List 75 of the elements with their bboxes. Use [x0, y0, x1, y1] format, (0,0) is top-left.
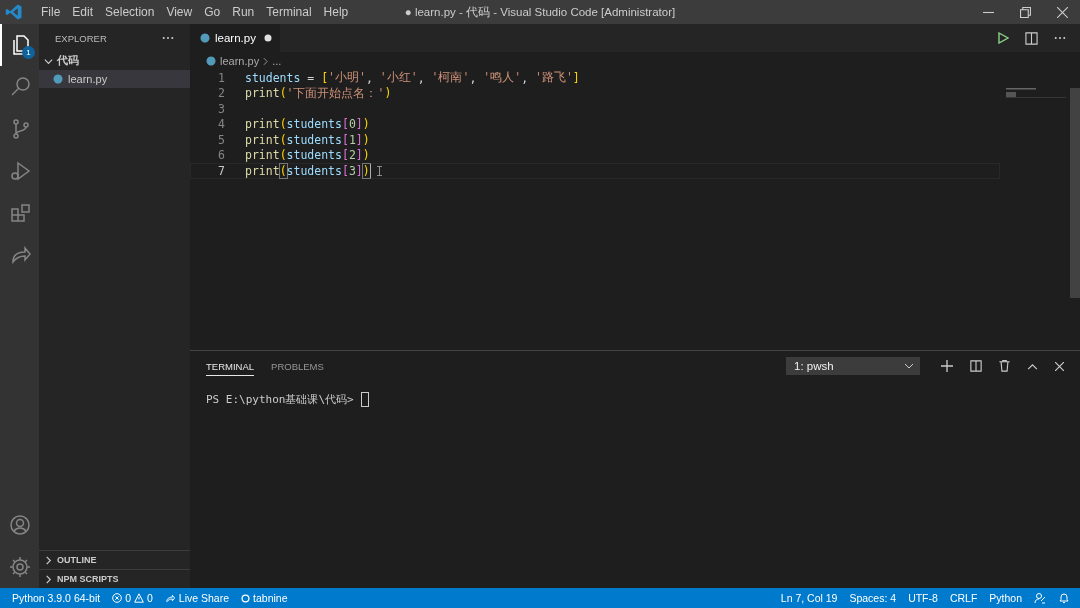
- menu-item[interactable]: Edit: [66, 1, 100, 23]
- text-cursor-icon: [377, 166, 382, 176]
- panel-tab[interactable]: PROBLEMS: [271, 356, 324, 376]
- more-actions-icon[interactable]: [162, 36, 174, 40]
- status-item[interactable]: Python 3.9.0 64-bit: [12, 592, 101, 604]
- line-number: 6: [217, 148, 226, 163]
- breadcrumb-item[interactable]: ...: [272, 55, 282, 67]
- python-file-icon: [200, 33, 210, 43]
- terminal-prompt: PS E:\python基础课\代码>: [206, 392, 354, 407]
- sidebar-section[interactable]: OUTLINE: [39, 550, 190, 569]
- terminal-dropdown[interactable]: 1: pwsh: [786, 357, 920, 375]
- notification-badge: 1: [22, 46, 35, 59]
- split-editor-icon[interactable]: [1025, 31, 1038, 45]
- extensions-icon: [8, 201, 33, 225]
- close-icon[interactable]: [1055, 361, 1064, 371]
- window-title: ● learn.py - 代码 - Visual Studio Code [Administrator]: [404, 4, 676, 20]
- status-item[interactable]: UTF-8: [908, 592, 938, 604]
- ring-icon: [241, 593, 251, 603]
- minimap-drawing: [1006, 88, 1066, 100]
- warning-count: 0: [147, 592, 153, 604]
- code-line: print(students[0]): [245, 117, 370, 132]
- vscode-logo-icon: [5, 3, 23, 21]
- terminal-cursor: [360, 392, 369, 407]
- code-line: print(students[1]): [245, 132, 370, 147]
- run-icon[interactable]: [997, 32, 1009, 44]
- code-line: print(students[2]): [245, 148, 370, 163]
- python-file-icon: [53, 74, 63, 84]
- close-icon[interactable]: [1057, 6, 1068, 18]
- sidebar-title: EXPLORER: [55, 32, 107, 44]
- line-number: 3: [217, 101, 226, 116]
- code-line: print(students[3]): [245, 163, 371, 178]
- line-number: 2: [217, 86, 226, 101]
- split-terminal-icon[interactable]: [970, 360, 982, 372]
- menu-item[interactable]: Go: [198, 1, 227, 23]
- feedback-icon[interactable]: [1034, 592, 1046, 604]
- menu-item[interactable]: Run: [226, 1, 261, 23]
- menu-item[interactable]: Help: [317, 1, 355, 23]
- menu-item[interactable]: File: [35, 1, 67, 23]
- panel-tab[interactable]: TERMINAL: [206, 356, 255, 376]
- line-number: 7: [217, 163, 226, 178]
- more-actions-icon[interactable]: [1054, 36, 1066, 40]
- folder-item[interactable]: 代码: [39, 52, 190, 70]
- live-share-status[interactable]: Live Share: [164, 592, 230, 604]
- editor-tab[interactable]: learn.py: [190, 24, 280, 52]
- menu-item[interactable]: Selection: [99, 1, 161, 23]
- status-item[interactable]: Python: [989, 592, 1022, 604]
- account-icon[interactable]: [7, 513, 32, 537]
- menu-item[interactable]: View: [160, 1, 199, 23]
- line-number: 5: [217, 132, 226, 147]
- menu-item[interactable]: Terminal: [260, 1, 318, 23]
- status-item[interactable]: CRLF: [949, 592, 978, 604]
- bell-icon[interactable]: [1058, 592, 1070, 604]
- trash-icon[interactable]: [999, 360, 1010, 372]
- chevron-up-icon[interactable]: [1027, 362, 1038, 370]
- breadcrumb-item[interactable]: learn.py: [220, 55, 260, 67]
- problems-status[interactable]: 0 0: [112, 592, 153, 604]
- code-line: print('下面开始点名：'): [245, 85, 392, 101]
- error-icon: [112, 593, 123, 603]
- status-item[interactable]: Ln 7, Col 19: [780, 592, 838, 604]
- restore-icon[interactable]: [1020, 6, 1031, 18]
- code-line: students = ['小明', '小红', '柯南', '鸣人', '路飞']: [245, 70, 580, 86]
- tree-item[interactable]: learn.py: [39, 70, 190, 88]
- line-number: 1: [217, 70, 226, 85]
- run-debug-icon: [8, 159, 33, 183]
- line-number: 4: [217, 117, 226, 132]
- warning-icon: [134, 593, 144, 603]
- status-item[interactable]: Spaces: 4: [849, 592, 897, 604]
- chevron-right-icon: [263, 56, 269, 66]
- settings-icon[interactable]: [7, 555, 32, 579]
- error-count: 0: [125, 592, 131, 604]
- live-share-icon: [164, 592, 176, 604]
- tabnine-status[interactable]: tabnine: [241, 592, 288, 604]
- caret-icon: [904, 363, 914, 369]
- plus-icon[interactable]: [941, 360, 953, 372]
- python-file-icon: [206, 56, 216, 66]
